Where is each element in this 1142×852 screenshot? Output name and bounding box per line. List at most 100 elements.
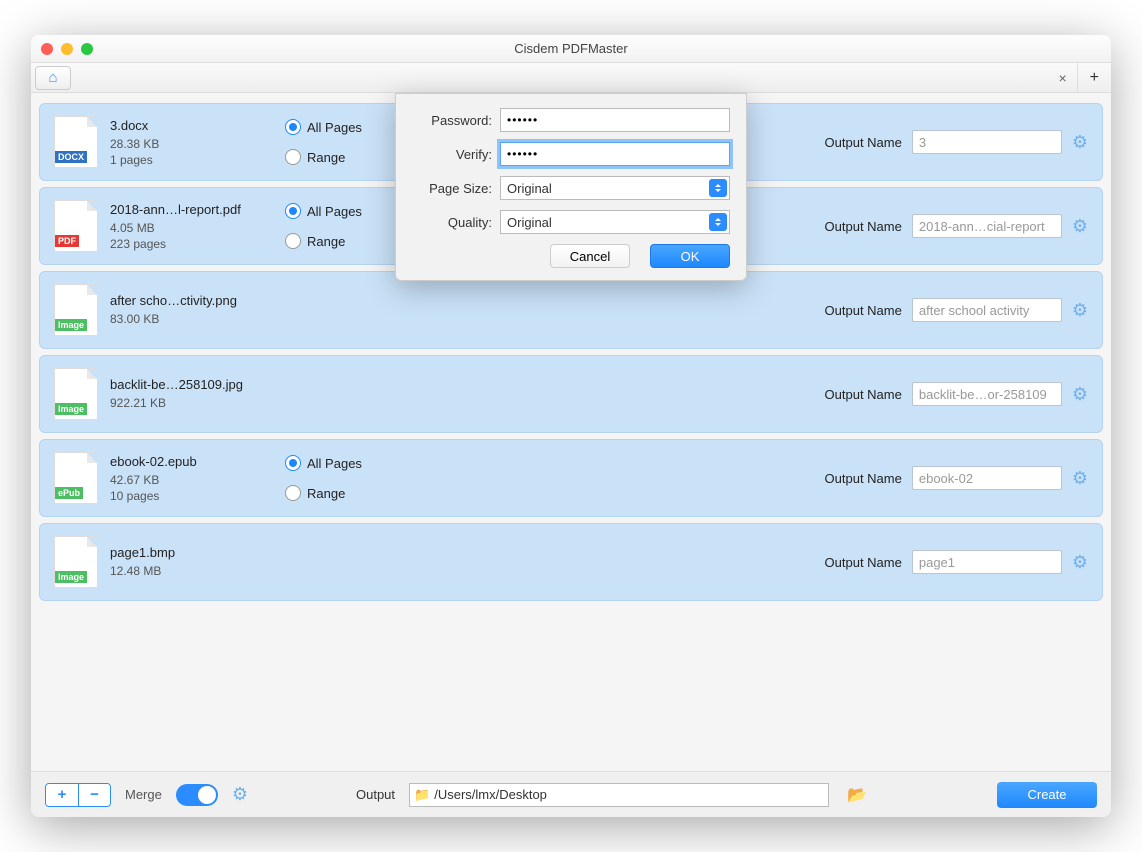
- output-name-input[interactable]: [912, 466, 1062, 490]
- file-type-icon: Image: [54, 536, 98, 588]
- home-button[interactable]: ⌂: [35, 66, 71, 90]
- output-name-label: Output Name: [825, 219, 902, 234]
- file-meta: page1.bmp12.48 MB: [110, 545, 285, 580]
- output-name-input[interactable]: [912, 298, 1062, 322]
- select-arrow-icon: [709, 179, 727, 197]
- file-size: 922.21 KB: [110, 396, 285, 410]
- range-label: Range: [307, 150, 345, 165]
- output-name-input[interactable]: [912, 550, 1062, 574]
- output-name-input[interactable]: [912, 214, 1062, 238]
- row-settings-icon[interactable]: ⚙: [1072, 468, 1088, 489]
- app-window: Cisdem PDFMaster ⌂ × + DOCX 3.docx 28.38 K…: [31, 35, 1111, 817]
- output-path-text: /Users/lmx/Desktop: [434, 787, 547, 802]
- minimize-window-button[interactable]: [61, 43, 73, 55]
- radio-icon: [285, 485, 301, 501]
- row-settings-icon[interactable]: ⚙: [1072, 216, 1088, 237]
- close-window-button[interactable]: [41, 43, 53, 55]
- all-pages-radio[interactable]: All Pages: [285, 455, 415, 471]
- verify-label: Verify:: [412, 147, 492, 162]
- page-range-group: All Pages Range: [285, 455, 415, 501]
- output-name-input[interactable]: [912, 382, 1062, 406]
- range-radio[interactable]: Range: [285, 485, 415, 501]
- window-title: Cisdem PDFMaster: [31, 41, 1111, 56]
- file-name: ebook-02.epub: [110, 454, 285, 469]
- file-name: 3.docx: [110, 118, 285, 133]
- add-remove-group: + −: [45, 783, 111, 807]
- output-name-label: Output Name: [825, 387, 902, 402]
- close-tab-button[interactable]: ×: [1048, 70, 1076, 86]
- page-size-select[interactable]: Original: [500, 176, 730, 200]
- browse-output-button[interactable]: 📂: [847, 785, 867, 805]
- file-type-badge: Image: [55, 403, 87, 415]
- output-name-group: Output Name ⚙: [825, 382, 1088, 406]
- file-type-badge: PDF: [55, 235, 79, 247]
- file-meta: 2018-ann…l-report.pdf4.05 MB223 pages: [110, 202, 285, 251]
- file-name: backlit-be…258109.jpg: [110, 377, 285, 392]
- all-pages-label: All Pages: [307, 120, 362, 135]
- folder-icon: 📁: [414, 787, 430, 803]
- output-name-group: Output Name ⚙: [825, 214, 1088, 238]
- file-meta: after scho…ctivity.png83.00 KB: [110, 293, 285, 328]
- output-label: Output: [356, 787, 395, 802]
- row-settings-icon[interactable]: ⚙: [1072, 552, 1088, 573]
- merge-label: Merge: [125, 787, 162, 802]
- radio-icon: [285, 149, 301, 165]
- row-settings-icon[interactable]: ⚙: [1072, 300, 1088, 321]
- file-row[interactable]: Image after scho…ctivity.png83.00 KB Outpu…: [39, 271, 1103, 349]
- file-size: 12.48 MB: [110, 564, 285, 578]
- toolbar: ⌂ × +: [31, 63, 1111, 93]
- cancel-button[interactable]: Cancel: [550, 244, 630, 268]
- radio-icon: [285, 203, 301, 219]
- window-controls: [31, 43, 93, 55]
- file-meta: 3.docx 28.38 KB 1 pages: [110, 118, 285, 167]
- password-label: Password:: [412, 113, 492, 128]
- quality-select[interactable]: Original: [500, 210, 730, 234]
- output-name-group: Output Name ⚙: [825, 550, 1088, 574]
- file-type-badge: Image: [55, 319, 87, 331]
- file-size: 4.05 MB: [110, 221, 285, 235]
- merge-toggle[interactable]: [176, 784, 218, 806]
- file-meta: ebook-02.epub 42.67 KB 10 pages: [110, 454, 285, 503]
- file-type-badge: ePub: [55, 487, 83, 499]
- file-size: 28.38 KB: [110, 137, 285, 151]
- output-name-group: Output Name⚙: [825, 298, 1088, 322]
- file-name: 2018-ann…l-report.pdf: [110, 202, 285, 217]
- add-tab-button[interactable]: +: [1077, 63, 1111, 92]
- file-size: 42.67 KB: [110, 473, 285, 487]
- quality-label: Quality:: [412, 215, 492, 230]
- file-type-icon: PDF: [54, 200, 98, 252]
- range-label: Range: [307, 486, 345, 501]
- file-size: 83.00 KB: [110, 312, 285, 326]
- verify-input[interactable]: [500, 142, 730, 166]
- file-row[interactable]: Image backlit-be…258109.jpg 922.21 KB Outpu…: [39, 355, 1103, 433]
- output-name-label: Output Name: [825, 555, 902, 570]
- file-type-badge: Image: [55, 571, 87, 583]
- remove-file-button[interactable]: −: [78, 784, 110, 806]
- add-file-button[interactable]: +: [46, 784, 78, 806]
- row-settings-icon[interactable]: ⚙: [1072, 384, 1088, 405]
- output-path-box[interactable]: 📁 /Users/lmx/Desktop: [409, 783, 829, 807]
- create-button[interactable]: Create: [997, 782, 1097, 808]
- file-pages: 1 pages: [110, 153, 285, 167]
- quality-value: Original: [507, 215, 552, 230]
- output-name-group: Output Name ⚙: [825, 466, 1088, 490]
- file-row[interactable]: ePubebook-02.epub42.67 KB10 pagesAll Pag…: [39, 439, 1103, 517]
- file-pages: 10 pages: [110, 489, 285, 503]
- radio-icon: [285, 233, 301, 249]
- file-type-badge: DOCX: [55, 151, 87, 163]
- merge-settings-icon[interactable]: ⚙: [232, 784, 248, 805]
- output-name-label: Output Name: [825, 471, 902, 486]
- output-name-group: Output Name⚙: [825, 130, 1088, 154]
- file-type-icon: ePub: [54, 452, 98, 504]
- all-pages-label: All Pages: [307, 456, 362, 471]
- file-type-icon: Image: [54, 284, 98, 336]
- file-row[interactable]: Image page1.bmp12.48 MB Output Name ⚙: [39, 523, 1103, 601]
- output-name-input[interactable]: [912, 130, 1062, 154]
- password-input[interactable]: [500, 108, 730, 132]
- zoom-window-button[interactable]: [81, 43, 93, 55]
- select-arrow-icon: [709, 213, 727, 231]
- ok-button[interactable]: OK: [650, 244, 730, 268]
- bottom-bar: + − Merge ⚙ Output 📁 /Users/lmx/Desktop …: [31, 771, 1111, 817]
- radio-icon: [285, 455, 301, 471]
- row-settings-icon[interactable]: ⚙: [1072, 132, 1088, 153]
